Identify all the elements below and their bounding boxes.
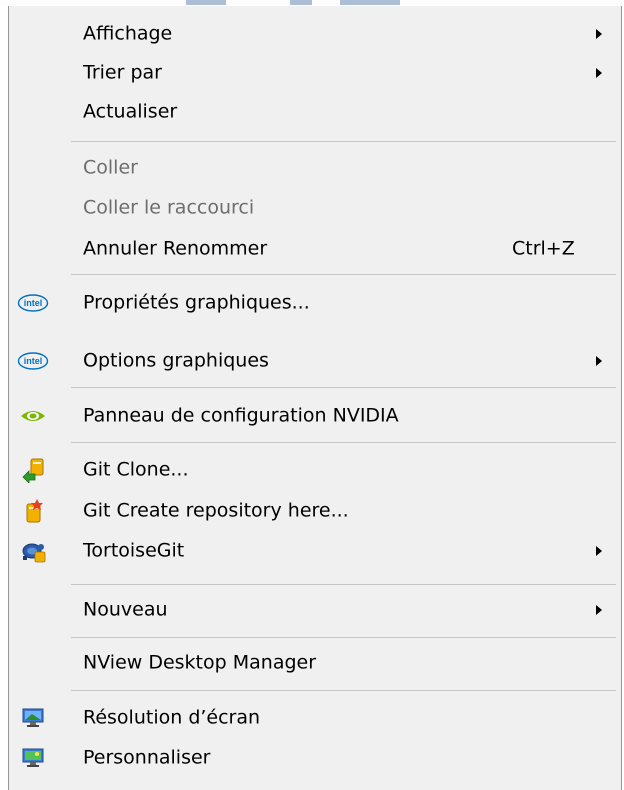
menu-item-label: Options graphiques [83,349,269,372]
context-menu: Affichage Trier par Actualiser Coller Co… [8,6,622,790]
submenu-arrow-icon [596,68,602,78]
git-create-repo-icon [17,498,49,524]
menu-item-label: Coller [83,156,138,179]
menu-item-label: Git Create repository here... [83,499,349,522]
menu-item-label: TortoiseGit [83,539,185,562]
menu-item-git-clone[interactable]: Git Clone... [9,454,621,486]
menu-item-label: Actualiser [83,100,178,123]
menu-item-proprietes-graphiques[interactable]: intel Propriétés graphiques... [9,287,621,319]
menu-item-label: Coller le raccourci [83,196,255,219]
menu-item-actualiser[interactable]: Actualiser [9,96,621,128]
menu-item-nouveau[interactable]: Nouveau [9,594,621,626]
screen-resolution-icon [17,705,49,731]
menu-item-label: NView Desktop Manager [83,651,317,674]
menu-item-label: Résolution d’écran [83,706,261,729]
menu-separator [71,584,616,585]
menu-item-label: Git Clone... [83,458,189,481]
menu-separator [71,274,616,275]
keyboard-shortcut: Ctrl+Z [512,237,575,260]
menu-separator [71,690,616,691]
menu-item-label: Trier par [83,61,162,84]
submenu-arrow-icon [596,356,602,366]
intel-logo-icon: intel [17,290,49,316]
menu-item-affichage[interactable]: Affichage [9,18,621,50]
desktop-remnant [290,0,312,5]
menu-item-label: Panneau de configuration NVIDIA [83,404,399,427]
personalize-icon [17,745,49,771]
menu-item-label: Nouveau [83,598,168,621]
menu-item-coller: Coller [9,152,621,184]
menu-item-label: Propriétés graphiques... [83,291,310,314]
menu-item-nview-desktop-manager[interactable]: NView Desktop Manager [9,647,621,679]
submenu-arrow-icon [596,546,602,556]
menu-item-options-graphiques[interactable]: intel Options graphiques [9,345,621,377]
submenu-arrow-icon [596,605,602,615]
menu-item-label: Affichage [83,22,173,45]
nvidia-eye-icon [17,403,49,429]
menu-separator [71,141,616,142]
menu-separator [71,387,616,388]
menu-item-git-create-repository[interactable]: Git Create repository here... [9,495,621,527]
intel-logo-text: intel [24,356,43,366]
menu-separator [71,442,616,443]
menu-item-resolution-ecran[interactable]: Résolution d’écran [9,702,621,734]
menu-item-label: Personnaliser [83,746,211,769]
git-clone-icon [17,457,49,483]
intel-logo-text: intel [24,298,43,308]
desktop-remnant [340,0,400,5]
menu-separator [71,637,616,638]
desktop-remnant [186,0,226,5]
menu-item-trier-par[interactable]: Trier par [9,57,621,89]
menu-item-tortoisegit[interactable]: TortoiseGit [9,535,621,567]
menu-item-label: Annuler Renommer [83,237,268,260]
menu-item-nvidia-control-panel[interactable]: Panneau de configuration NVIDIA [9,400,621,432]
menu-item-annuler-renommer[interactable]: Annuler Renommer Ctrl+Z [9,233,621,265]
intel-logo-icon: intel [17,348,49,374]
submenu-arrow-icon [596,29,602,39]
menu-item-coller-raccourci: Coller le raccourci [9,192,621,224]
menu-item-personnaliser[interactable]: Personnaliser [9,742,621,774]
tortoisegit-icon [17,538,49,564]
